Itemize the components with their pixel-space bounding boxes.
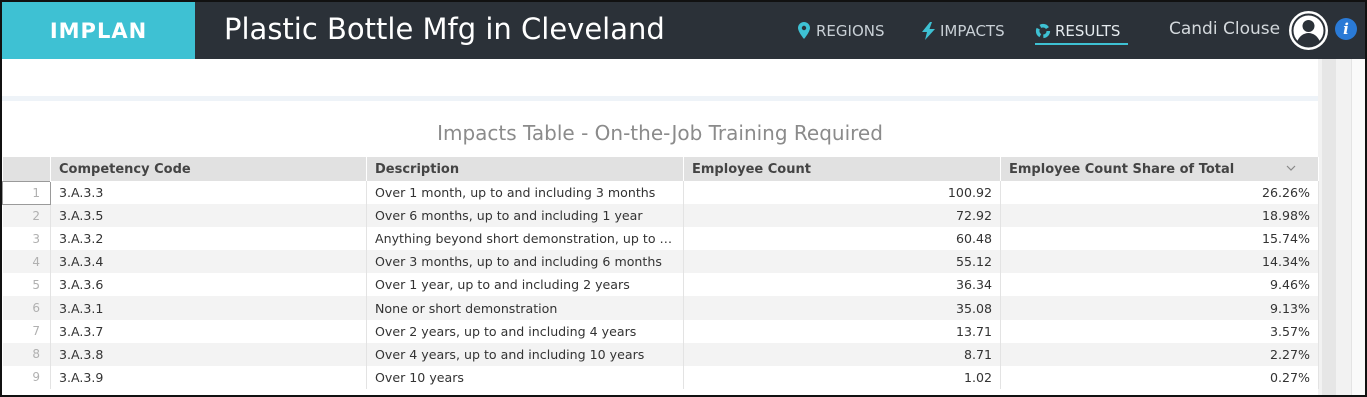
- user-name[interactable]: Candi Clouse: [1169, 19, 1280, 39]
- row-index: 1: [2, 180, 51, 205]
- cell-employee-share: 26.26%: [1000, 181, 1319, 205]
- table-row[interactable]: 5 3.A.3.6 Over 1 year, up to and including…: [2, 273, 1319, 297]
- cell-description: Over 6 months, up to and including 1 yea…: [366, 204, 684, 228]
- top-navigation-bar: IMPLAN Plastic Bottle Mfg in Cleveland R…: [2, 2, 1365, 59]
- cell-description: Over 2 years, up to and including 4 year…: [366, 319, 684, 343]
- column-header-employee-share-label: Employee Count Share of Total: [1009, 161, 1235, 177]
- map-pin-icon: [796, 21, 812, 41]
- cell-competency-code: 3.A.3.9: [50, 365, 367, 389]
- nav-impacts[interactable]: IMPACTS: [920, 2, 1005, 59]
- cell-employee-share: 15.74%: [1000, 227, 1319, 251]
- cell-employee-share: 14.34%: [1000, 250, 1319, 274]
- row-index: 9: [2, 365, 51, 389]
- logo-text: IMPLAN: [49, 18, 148, 43]
- cell-employee-count: 13.71: [683, 319, 1001, 343]
- cell-competency-code: 3.A.3.2: [50, 227, 367, 251]
- user-avatar-icon[interactable]: [1289, 11, 1328, 50]
- cell-description: Over 4 years, up to and including 10 yea…: [366, 342, 684, 366]
- row-index: 3: [2, 227, 51, 251]
- cell-competency-code: 3.A.3.1: [50, 296, 367, 320]
- table-row[interactable]: 4 3.A.3.4 Over 3 months, up to and includi…: [2, 250, 1319, 274]
- table-row[interactable]: 2 3.A.3.5 Over 6 months, up to and includi…: [2, 204, 1319, 228]
- scrollbar-thumb[interactable]: [1322, 59, 1336, 395]
- table-row[interactable]: 1 3.A.3.3 Over 1 month, up to and includin…: [2, 180, 1319, 205]
- cell-employee-count: 55.12: [683, 250, 1001, 274]
- cell-competency-code: 3.A.3.7: [50, 319, 367, 343]
- cell-employee-count: 8.71: [683, 342, 1001, 366]
- nav-regions[interactable]: REGIONS: [796, 2, 885, 59]
- cell-description: Over 10 years: [366, 365, 684, 389]
- column-header-employee-share[interactable]: Employee Count Share of Total: [1000, 157, 1319, 181]
- cell-employee-count: 35.08: [683, 296, 1001, 320]
- sort-descending-icon[interactable]: [1286, 162, 1296, 172]
- row-index: 4: [2, 250, 51, 274]
- cell-employee-count: 1.02: [683, 365, 1001, 389]
- nav-results-label: RESULTS: [1055, 21, 1121, 40]
- cell-description: None or short demonstration: [366, 296, 684, 320]
- column-header-employee-count[interactable]: Employee Count: [683, 157, 1001, 181]
- lightning-bolt-icon: [920, 21, 936, 41]
- row-index: 6: [2, 296, 51, 320]
- info-icon[interactable]: i: [1335, 18, 1357, 40]
- cell-competency-code: 3.A.3.5: [50, 204, 367, 228]
- cell-employee-share: 0.27%: [1000, 365, 1319, 389]
- column-header-description[interactable]: Description: [366, 157, 684, 181]
- cell-employee-count: 72.92: [683, 204, 1001, 228]
- cell-description: Over 1 year, up to and including 2 years: [366, 273, 684, 297]
- column-header-competency-code[interactable]: Competency Code: [50, 157, 367, 181]
- cell-employee-share: 3.57%: [1000, 319, 1319, 343]
- outer-scrollbar[interactable]: [1351, 59, 1365, 395]
- pie-chart-icon: [1035, 21, 1051, 41]
- cell-competency-code: 3.A.3.6: [50, 273, 367, 297]
- cell-employee-share: 9.13%: [1000, 296, 1319, 320]
- row-index: 8: [2, 342, 51, 366]
- cell-employee-count: 100.92: [683, 181, 1001, 205]
- row-index: 5: [2, 273, 51, 297]
- nav-regions-label: REGIONS: [816, 21, 885, 40]
- table-row[interactable]: 9 3.A.3.9 Over 10 years 1.02 0.27%: [2, 365, 1319, 389]
- table-row[interactable]: 3 3.A.3.2 Anything beyond short demonstrat…: [2, 227, 1319, 251]
- impacts-table: Competency Code Description Employee Cou…: [2, 157, 1319, 389]
- row-index: 2: [2, 204, 51, 228]
- nav-impacts-label: IMPACTS: [940, 21, 1005, 40]
- row-index-header: [2, 157, 51, 181]
- table-row[interactable]: 7 3.A.3.7 Over 2 years, up to and includin…: [2, 319, 1319, 343]
- table-row[interactable]: 8 3.A.3.8 Over 4 years, up to and includin…: [2, 342, 1319, 366]
- table-header-row: Competency Code Description Employee Cou…: [2, 157, 1319, 181]
- cell-description: Over 3 months, up to and including 6 mon…: [366, 250, 684, 274]
- row-index: 7: [2, 319, 51, 343]
- cell-employee-count: 60.48: [683, 227, 1001, 251]
- cell-employee-share: 2.27%: [1000, 342, 1319, 366]
- nav-results[interactable]: RESULTS: [1035, 2, 1129, 59]
- app-window: IMPLAN Plastic Bottle Mfg in Cleveland R…: [0, 0, 1367, 397]
- cell-employee-count: 36.34: [683, 273, 1001, 297]
- implan-logo[interactable]: IMPLAN: [2, 2, 195, 59]
- cell-employee-share: 9.46%: [1000, 273, 1319, 297]
- cell-competency-code: 3.A.3.4: [50, 250, 367, 274]
- project-title: Plastic Bottle Mfg in Cleveland: [224, 12, 665, 46]
- cell-description: Anything beyond short demonstration, up …: [366, 227, 684, 251]
- toolbar-strip: [2, 59, 1318, 101]
- table-row[interactable]: 6 3.A.3.1 None or short demonstration 35.08…: [2, 296, 1319, 320]
- cell-employee-share: 18.98%: [1000, 204, 1319, 228]
- cell-competency-code: 3.A.3.3: [50, 181, 367, 205]
- cell-competency-code: 3.A.3.8: [50, 342, 367, 366]
- cell-description: Over 1 month, up to and including 3 mont…: [366, 181, 684, 205]
- table-title: Impacts Table - On-the-Job Training Requ…: [437, 121, 883, 145]
